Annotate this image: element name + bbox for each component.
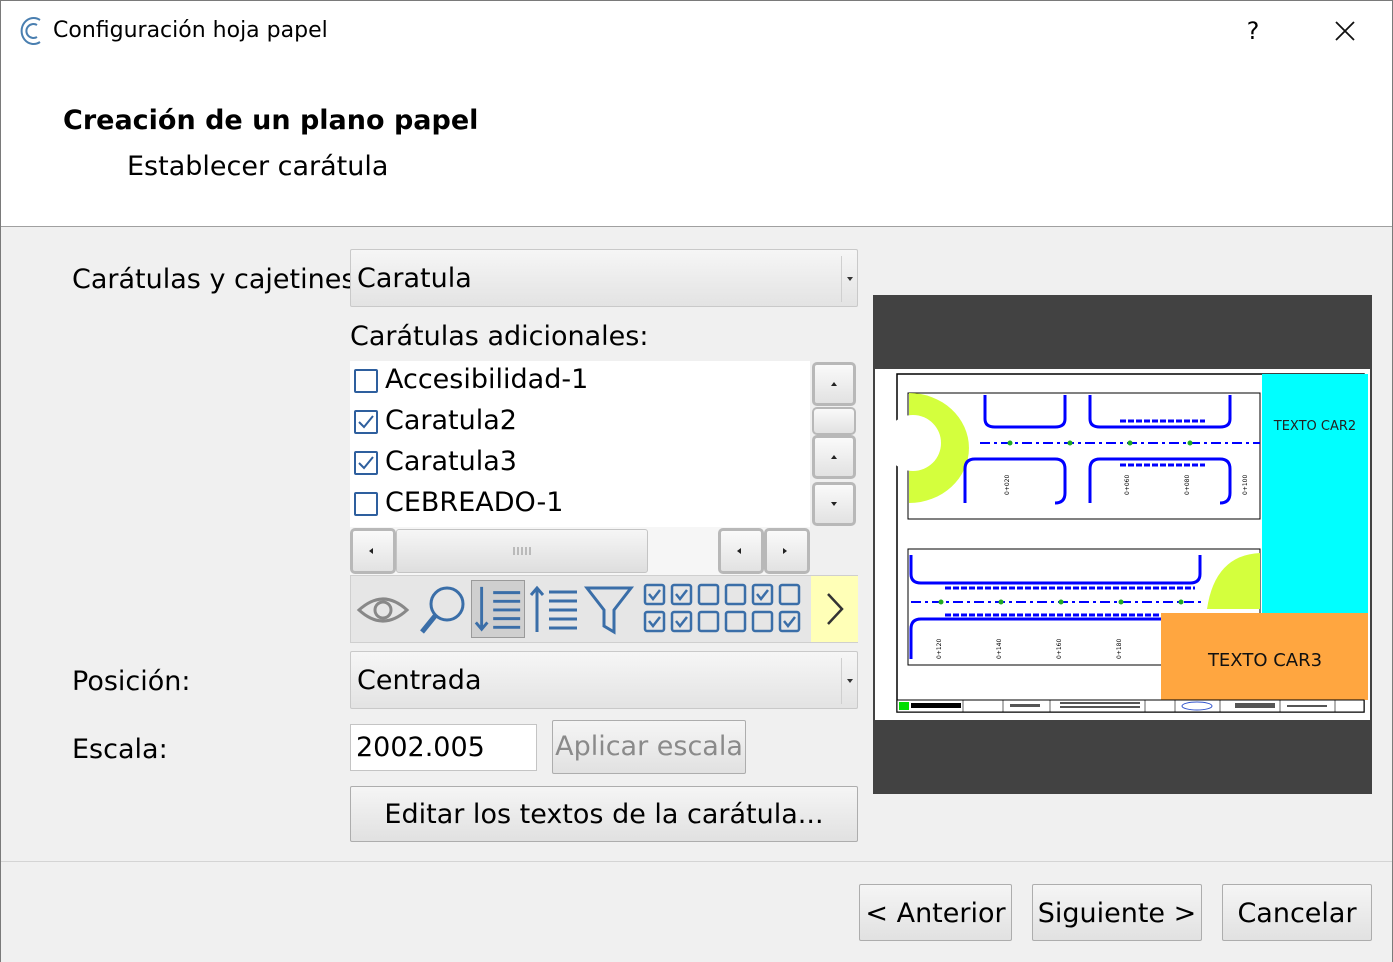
- close-icon: [1335, 21, 1355, 41]
- horizontal-scrollbar[interactable]: [350, 527, 810, 575]
- caratula3-text: TEXTO CAR3: [1207, 650, 1322, 671]
- cancelar-button[interactable]: Cancelar: [1222, 884, 1372, 941]
- anterior-button[interactable]: < Anterior: [859, 884, 1012, 941]
- scroll-down-button[interactable]: [812, 482, 856, 526]
- search-icon[interactable]: [417, 580, 471, 638]
- list-item[interactable]: CEBREADO-1: [350, 484, 810, 525]
- escala-input[interactable]: [350, 724, 537, 771]
- list-item-label: Caratula3: [385, 446, 517, 477]
- caratula2-text: TEXTO CAR2: [1273, 419, 1356, 434]
- check-grid-icon[interactable]: [641, 580, 803, 638]
- dropdown-arrow-icon: [841, 658, 857, 704]
- toolbar-next-button[interactable]: [811, 576, 858, 642]
- sheet-drawing: 0+020 0+060 0+080 0+100 0+120 0+140 0+16…: [875, 369, 1370, 720]
- station-label: 0+140: [996, 639, 1003, 659]
- posicion-select[interactable]: Centrada: [350, 651, 858, 709]
- horizontal-scroll-thumb[interactable]: [396, 529, 648, 573]
- caratulas-select[interactable]: Caratula: [350, 249, 858, 307]
- caratula2-block: [1262, 374, 1368, 614]
- window-title: Configuración hoja papel: [53, 18, 328, 43]
- eye-icon[interactable]: [353, 580, 413, 638]
- station-label: 0+120: [936, 639, 943, 659]
- scroll-left-button[interactable]: [350, 528, 396, 574]
- sort-ascending-icon[interactable]: [527, 580, 581, 638]
- station-label: 0+080: [1184, 475, 1191, 495]
- list-item-label: CEBREADO-1: [385, 487, 564, 518]
- title-bar: Configuración hoja papel ?: [1, 1, 1392, 61]
- station-label: 0+020: [1004, 475, 1011, 495]
- list-item-label: Accesibilidad-1: [385, 364, 589, 395]
- station-label: 0+100: [1242, 475, 1249, 495]
- sort-descending-icon[interactable]: [471, 580, 525, 638]
- caratulas-label: Carátulas y cajetines: [72, 264, 356, 295]
- siguiente-button[interactable]: Siguiente >: [1032, 884, 1202, 941]
- posicion-label: Posición:: [72, 666, 191, 697]
- scroll-page-up-button[interactable]: [812, 435, 856, 479]
- adicionales-list[interactable]: Accesibilidad-1 Caratula2 Caratula3 CEBR…: [350, 361, 810, 527]
- checkbox-checked[interactable]: [354, 451, 378, 475]
- list-toolbar: [350, 575, 858, 643]
- scroll-up-button[interactable]: [812, 362, 856, 406]
- list-item-label: Caratula2: [385, 405, 517, 436]
- vertical-scroll-thumb[interactable]: [812, 407, 856, 435]
- wizard-header: Creación de un plano papel Establecer ca…: [1, 61, 1392, 227]
- page-title: Creación de un plano papel: [63, 105, 479, 136]
- checkbox-unchecked[interactable]: [354, 369, 378, 393]
- close-button[interactable]: [1319, 11, 1371, 51]
- adicionales-label: Carátulas adicionales:: [350, 321, 649, 352]
- posicion-select-value: Centrada: [357, 665, 482, 696]
- scroll-page-left-button[interactable]: [718, 528, 764, 574]
- checkbox-unchecked[interactable]: [354, 492, 378, 516]
- list-item[interactable]: Caratula3: [350, 443, 810, 484]
- dropdown-arrow-icon: [841, 256, 857, 302]
- sheet-preview: 0+020 0+060 0+080 0+100 0+120 0+140 0+16…: [873, 295, 1372, 794]
- chevron-right-icon: [827, 593, 844, 625]
- app-logo-icon: [20, 17, 41, 45]
- checkbox-checked[interactable]: [354, 410, 378, 434]
- escala-label: Escala:: [72, 734, 168, 765]
- station-label: 0+180: [1116, 639, 1123, 659]
- editar-textos-button[interactable]: Editar los textos de la carátula...: [350, 786, 858, 842]
- station-label: 0+060: [1124, 475, 1131, 495]
- scroll-right-button[interactable]: [764, 528, 810, 574]
- caratulas-select-value: Caratula: [357, 263, 472, 294]
- page-subtitle: Establecer carátula: [127, 151, 389, 182]
- checkmark-icon: [358, 415, 374, 429]
- configuracion-dialog: Configuración hoja papel ? Creación de u…: [0, 0, 1393, 962]
- checkmark-icon: [358, 456, 374, 470]
- list-item[interactable]: Accesibilidad-1: [350, 361, 810, 402]
- station-label: 0+160: [1056, 639, 1063, 659]
- help-button[interactable]: ?: [1227, 11, 1279, 51]
- list-item[interactable]: Caratula2: [350, 402, 810, 443]
- aplicar-escala-button[interactable]: Aplicar escala: [552, 720, 746, 774]
- filter-icon[interactable]: [583, 580, 635, 638]
